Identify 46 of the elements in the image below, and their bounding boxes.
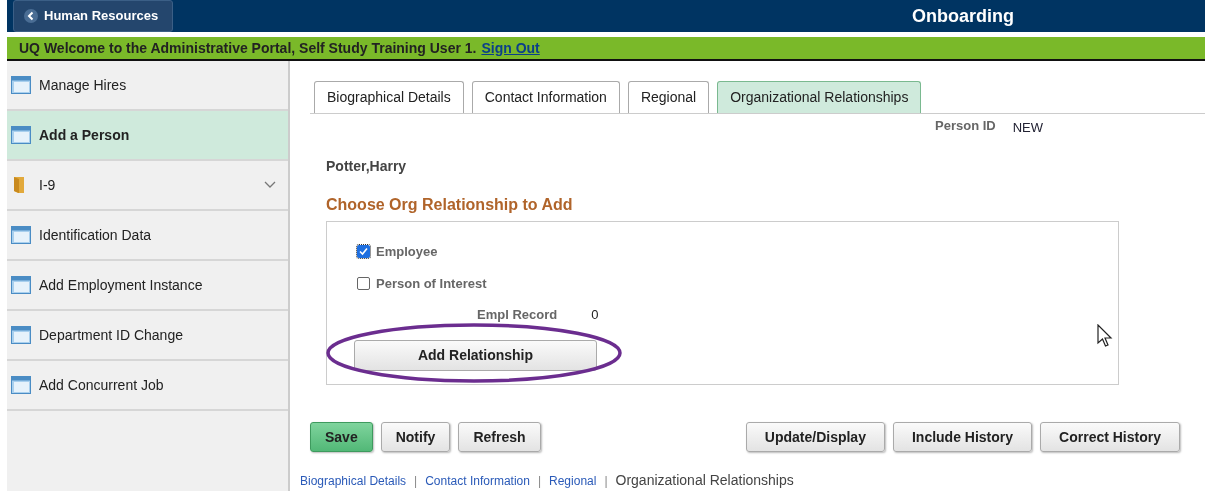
separator: | [604,472,608,490]
page-icon [11,326,31,344]
page-icon [11,376,31,394]
welcome-text: UQ Welcome to the Administrative Portal, Self Study Training User 1. [19,38,477,58]
checkbox-label: Person of Interest [376,274,487,293]
back-icon [24,9,38,23]
save-button[interactable]: Save [310,422,373,452]
page-icon [11,126,31,144]
person-id-value: NEW [1012,119,1044,137]
action-button[interactable]: Include History [892,422,1033,452]
sidebar-item[interactable]: I-9 [7,161,288,211]
checkbox[interactable] [357,276,370,290]
sidebar-item[interactable]: Department ID Change [7,311,288,361]
page-link[interactable]: Regional [549,471,597,490]
action-button[interactable]: Correct History [1040,422,1180,452]
chevron-icon [264,181,276,189]
page-link[interactable]: Contact Information [425,471,530,490]
tab[interactable]: Contact Information [471,81,620,113]
page-link[interactable]: Biographical Details [300,471,407,490]
current-page-label: Organizational Relationships [615,471,794,490]
sidebar-item[interactable]: Add Concurrent Job [7,361,288,411]
checkbox[interactable] [357,245,370,259]
page-icon [11,276,31,294]
section-title: Choose Org Relationship to Add [326,196,573,213]
person-name: Potter,Harry [326,158,407,174]
add-relationship-button[interactable]: Add Relationship [354,339,597,371]
tab[interactable]: Biographical Details [314,81,464,113]
sidebar-item[interactable]: Add Employment Instance [7,261,288,311]
page-title: Onboarding [912,4,1014,28]
back-button[interactable]: Human Resources [13,0,174,32]
checkbox-label: Employee [376,243,438,261]
action-button[interactable]: Notify [380,422,451,452]
action-button[interactable]: Update/Display [745,422,885,452]
tab[interactable]: Organizational Relationships [717,81,922,113]
action-button[interactable]: Refresh [458,422,541,452]
separator: | [414,472,418,490]
sign-out-link[interactable]: Sign Out [481,37,540,59]
tab[interactable]: Regional [627,81,710,113]
page-icon [11,76,31,94]
empl-record-label: Empl Record [477,306,558,324]
person-id-label: Person ID [935,117,996,135]
separator: | [537,472,542,490]
sidebar-item[interactable]: Identification Data [7,211,288,261]
page-icon [11,226,31,244]
empl-record-value: 0 [591,306,599,324]
sidebar-item[interactable]: Add a Person [7,111,288,161]
